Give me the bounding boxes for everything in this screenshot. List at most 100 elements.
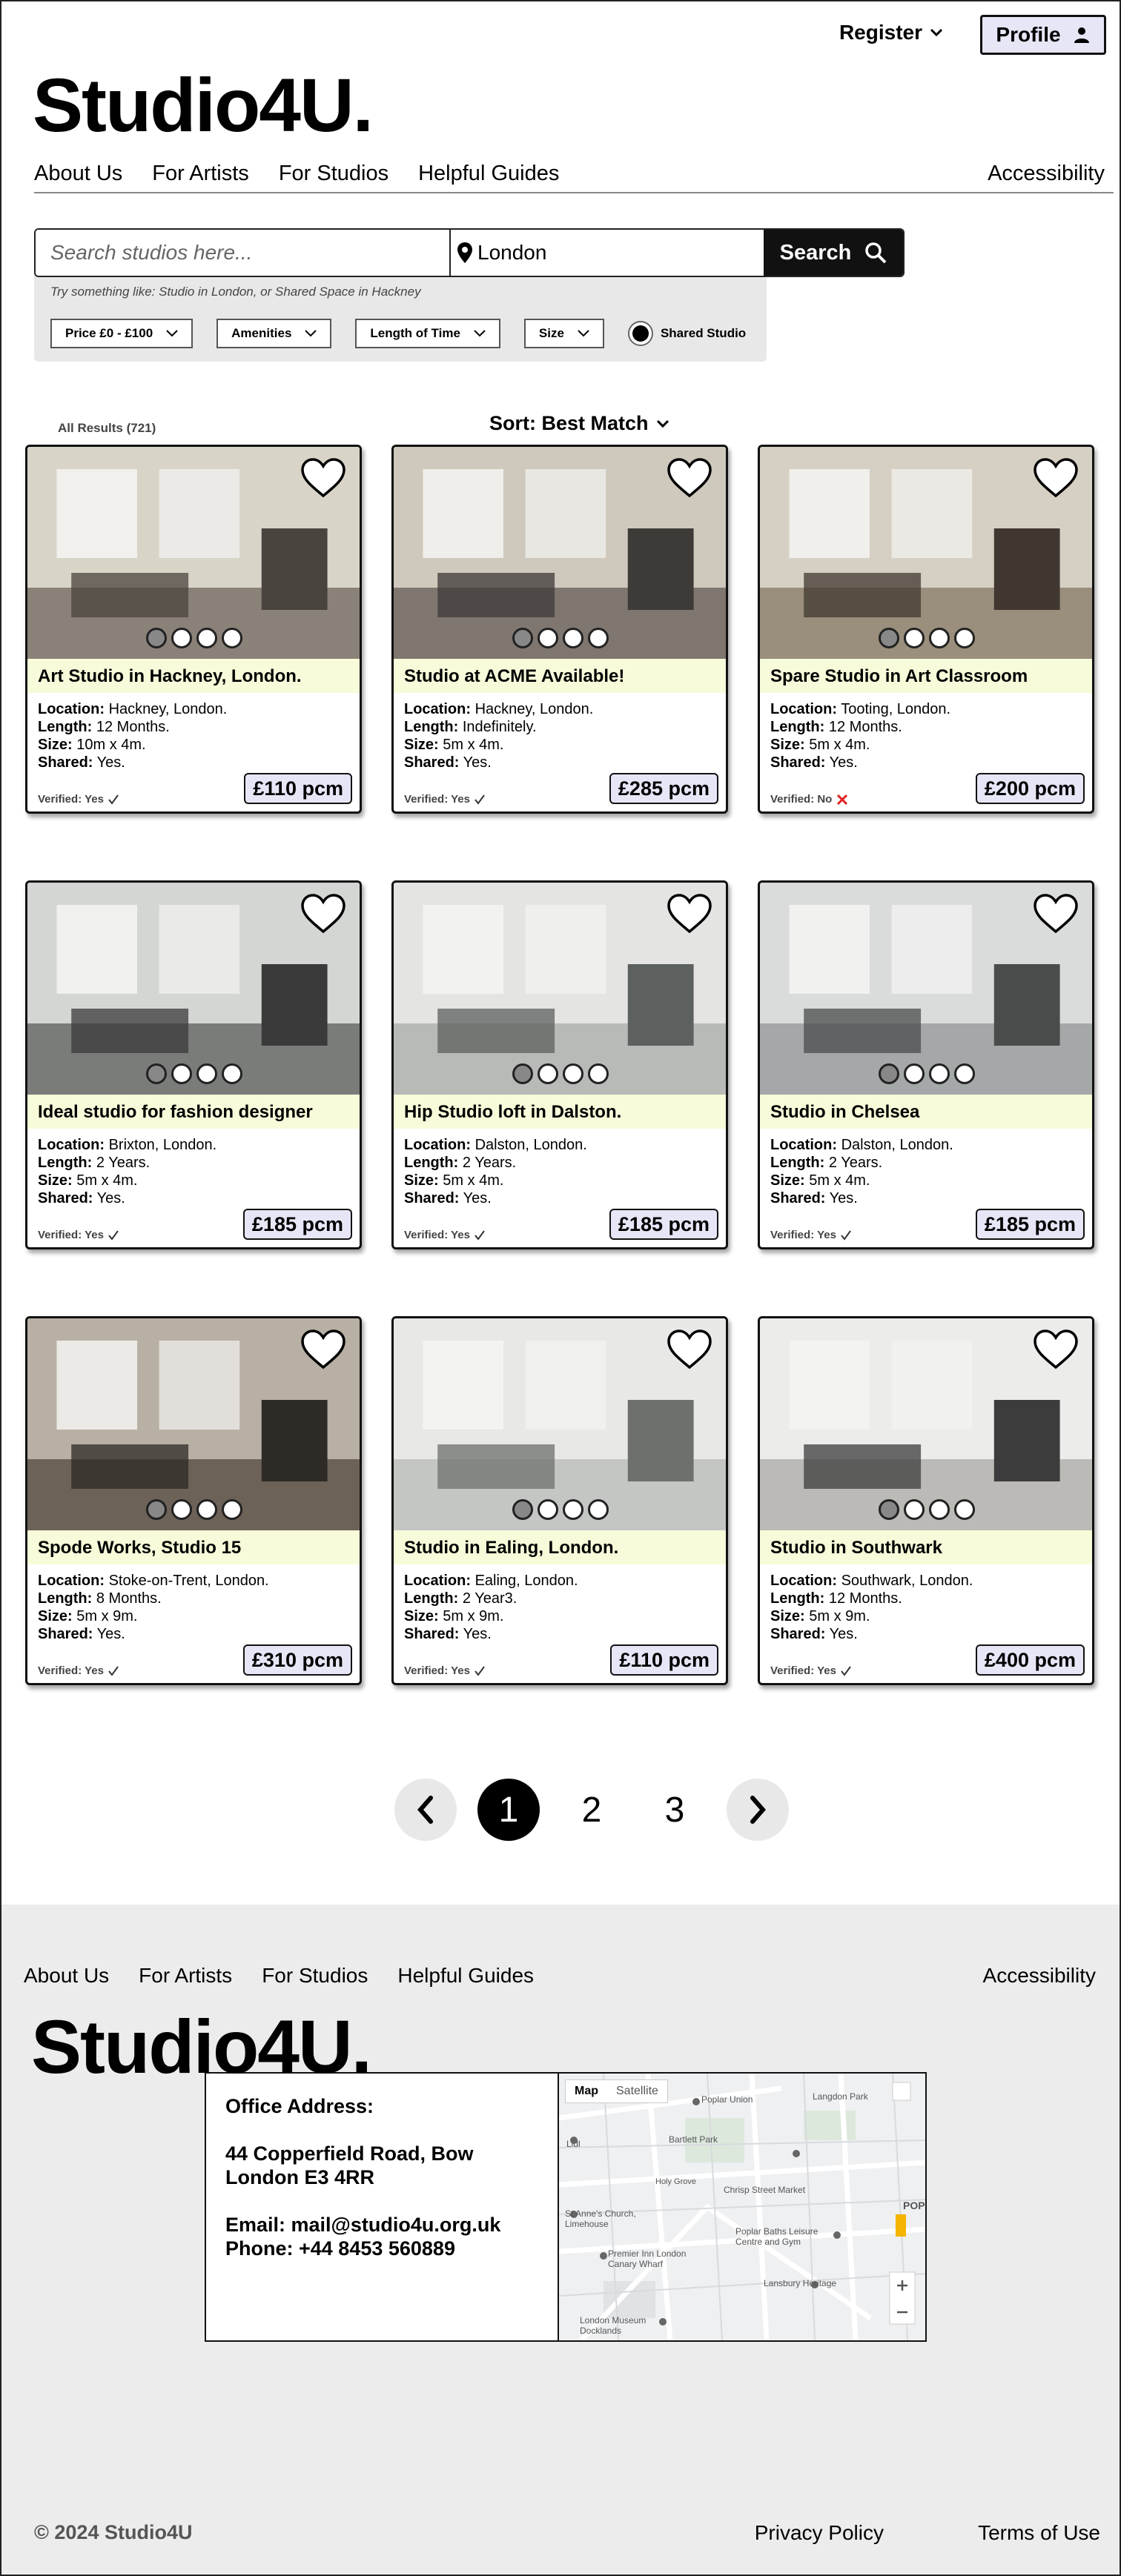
carousel-dot[interactable] bbox=[171, 1499, 192, 1520]
privacy-policy-link[interactable]: Privacy Policy bbox=[755, 2521, 884, 2545]
studio-card[interactable]: Studio in Chelsea Location: Dalston, Lond… bbox=[758, 880, 1094, 1249]
studio-title[interactable]: Spare Studio in Art Classroom bbox=[760, 659, 1092, 693]
carousel-dot[interactable] bbox=[146, 1499, 167, 1520]
carousel-dot[interactable] bbox=[904, 1499, 925, 1520]
heart-icon[interactable] bbox=[667, 1329, 712, 1370]
contact-email[interactable]: Email: mail@studio4u.org.uk bbox=[225, 2213, 538, 2237]
filter-size[interactable]: Size bbox=[523, 319, 604, 348]
footer-nav-about-us[interactable]: About Us bbox=[24, 1964, 109, 1988]
carousel-dot[interactable] bbox=[196, 628, 217, 648]
heart-icon[interactable] bbox=[300, 1329, 346, 1370]
heart-icon[interactable] bbox=[667, 893, 712, 935]
carousel-dot[interactable] bbox=[954, 1499, 975, 1520]
filter-price[interactable]: Price £0 - £100 bbox=[50, 319, 194, 348]
footer-nav-for-artists[interactable]: For Artists bbox=[139, 1964, 232, 1988]
sort-dropdown[interactable]: Sort: Best Match bbox=[489, 412, 669, 435]
carousel-dot[interactable] bbox=[954, 628, 975, 648]
carousel-dot[interactable] bbox=[222, 1499, 242, 1520]
carousel-dot[interactable] bbox=[563, 628, 583, 648]
carousel-dot[interactable] bbox=[196, 1499, 217, 1520]
site-logo[interactable]: Studio4U. bbox=[33, 64, 374, 147]
footer-logo[interactable]: Studio4U. bbox=[31, 2005, 372, 2088]
studio-card[interactable]: Spode Works, Studio 15 Location: Stoke-on… bbox=[25, 1316, 362, 1685]
heart-icon[interactable] bbox=[300, 457, 346, 499]
carousel-dot[interactable] bbox=[879, 1063, 899, 1084]
studio-card[interactable]: Hip Studio loft in Dalston. Location: Dal… bbox=[391, 880, 728, 1249]
nav-about-us[interactable]: About Us bbox=[34, 162, 122, 186]
studio-title[interactable]: Hip Studio loft in Dalston. bbox=[394, 1095, 726, 1129]
carousel-dot[interactable] bbox=[588, 628, 609, 648]
heart-icon[interactable] bbox=[1033, 893, 1079, 935]
office-map[interactable]: Map Satellite Poplar Union Langdon Park … bbox=[559, 2074, 925, 2340]
studio-title[interactable]: Studio in Southwark bbox=[760, 1530, 1092, 1564]
map-tab-satellite[interactable]: Satellite bbox=[607, 2080, 667, 2102]
size-row: Size: 5m x 9m. bbox=[38, 1607, 269, 1625]
studio-card[interactable]: Studio in Ealing, London. Location: Ealin… bbox=[391, 1316, 728, 1685]
carousel-dot[interactable] bbox=[512, 1499, 533, 1520]
search-input[interactable] bbox=[36, 230, 451, 276]
carousel-dot[interactable] bbox=[879, 628, 899, 648]
map-tab-map[interactable]: Map bbox=[566, 2080, 607, 2102]
studio-card[interactable]: Studio in Southwark Location: Southwark, … bbox=[758, 1316, 1094, 1685]
filter-amenities[interactable]: Amenities bbox=[216, 319, 332, 348]
search-button[interactable]: Search bbox=[764, 230, 903, 276]
carousel-dot[interactable] bbox=[171, 628, 192, 648]
carousel-dot[interactable] bbox=[563, 1063, 583, 1084]
carousel-dot[interactable] bbox=[171, 1063, 192, 1084]
nav-accessibility[interactable]: Accessibility bbox=[988, 162, 1105, 186]
terms-of-use-link[interactable]: Terms of Use bbox=[978, 2521, 1100, 2545]
studio-title[interactable]: Spode Works, Studio 15 bbox=[27, 1530, 360, 1564]
carousel-dot[interactable] bbox=[222, 1063, 242, 1084]
carousel-dot[interactable] bbox=[929, 628, 950, 648]
shared-studio-radio[interactable] bbox=[627, 321, 653, 346]
carousel-dot[interactable] bbox=[929, 1499, 950, 1520]
contact-phone[interactable]: Phone: +44 8453 560889 bbox=[225, 2237, 538, 2260]
carousel-dot[interactable] bbox=[512, 628, 533, 648]
carousel-dot[interactable] bbox=[146, 628, 167, 648]
carousel-dot[interactable] bbox=[904, 628, 925, 648]
prev-page-button[interactable] bbox=[394, 1779, 457, 1841]
heart-icon[interactable] bbox=[300, 893, 346, 935]
footer-nav-for-studios[interactable]: For Studios bbox=[262, 1964, 368, 1988]
nav-helpful-guides[interactable]: Helpful Guides bbox=[418, 162, 559, 186]
carousel-dot[interactable] bbox=[538, 1063, 558, 1084]
studio-title[interactable]: Studio in Chelsea bbox=[760, 1095, 1092, 1129]
page-3-button[interactable]: 3 bbox=[644, 1779, 706, 1841]
carousel-dot[interactable] bbox=[588, 1499, 609, 1520]
page-1-button[interactable]: 1 bbox=[477, 1779, 540, 1841]
carousel-dot[interactable] bbox=[563, 1499, 583, 1520]
register-menu[interactable]: Register bbox=[839, 21, 943, 44]
carousel-dot[interactable] bbox=[538, 628, 558, 648]
heart-icon[interactable] bbox=[1033, 1329, 1079, 1370]
footer-nav-helpful-guides[interactable]: Helpful Guides bbox=[397, 1964, 534, 1988]
footer-accessibility[interactable]: Accessibility bbox=[983, 1964, 1096, 1988]
studio-card[interactable]: Ideal studio for fashion designer Locatio… bbox=[25, 880, 362, 1249]
studio-title[interactable]: Studio at ACME Available! bbox=[394, 659, 726, 693]
length-key: Length: bbox=[770, 1590, 825, 1607]
carousel-dot[interactable] bbox=[879, 1499, 899, 1520]
studio-card[interactable]: Studio at ACME Available! Location: Hackn… bbox=[391, 445, 728, 814]
nav-for-studios[interactable]: For Studios bbox=[279, 162, 388, 186]
carousel-dot[interactable] bbox=[588, 1063, 609, 1084]
carousel-dot[interactable] bbox=[904, 1063, 925, 1084]
studio-card[interactable]: Art Studio in Hackney, London. Location: … bbox=[25, 445, 362, 814]
studio-title[interactable]: Studio in Ealing, London. bbox=[394, 1530, 726, 1564]
carousel-dot[interactable] bbox=[538, 1499, 558, 1520]
heart-icon[interactable] bbox=[667, 457, 712, 499]
profile-button[interactable]: Profile bbox=[980, 15, 1106, 55]
carousel-dot[interactable] bbox=[146, 1063, 167, 1084]
carousel-dot[interactable] bbox=[954, 1063, 975, 1084]
carousel-dot[interactable] bbox=[196, 1063, 217, 1084]
carousel-dot[interactable] bbox=[222, 628, 242, 648]
studio-title[interactable]: Art Studio in Hackney, London. bbox=[27, 659, 360, 693]
location-input[interactable] bbox=[477, 230, 759, 275]
heart-icon[interactable] bbox=[1033, 457, 1079, 499]
carousel-dot[interactable] bbox=[512, 1063, 533, 1084]
studio-card[interactable]: Spare Studio in Art Classroom Location: T… bbox=[758, 445, 1094, 814]
carousel-dot[interactable] bbox=[929, 1063, 950, 1084]
filter-length[interactable]: Length of Time bbox=[355, 319, 500, 348]
studio-title[interactable]: Ideal studio for fashion designer bbox=[27, 1095, 360, 1129]
page-2-button[interactable]: 2 bbox=[560, 1779, 623, 1841]
next-page-button[interactable] bbox=[727, 1779, 789, 1841]
nav-for-artists[interactable]: For Artists bbox=[152, 162, 249, 186]
